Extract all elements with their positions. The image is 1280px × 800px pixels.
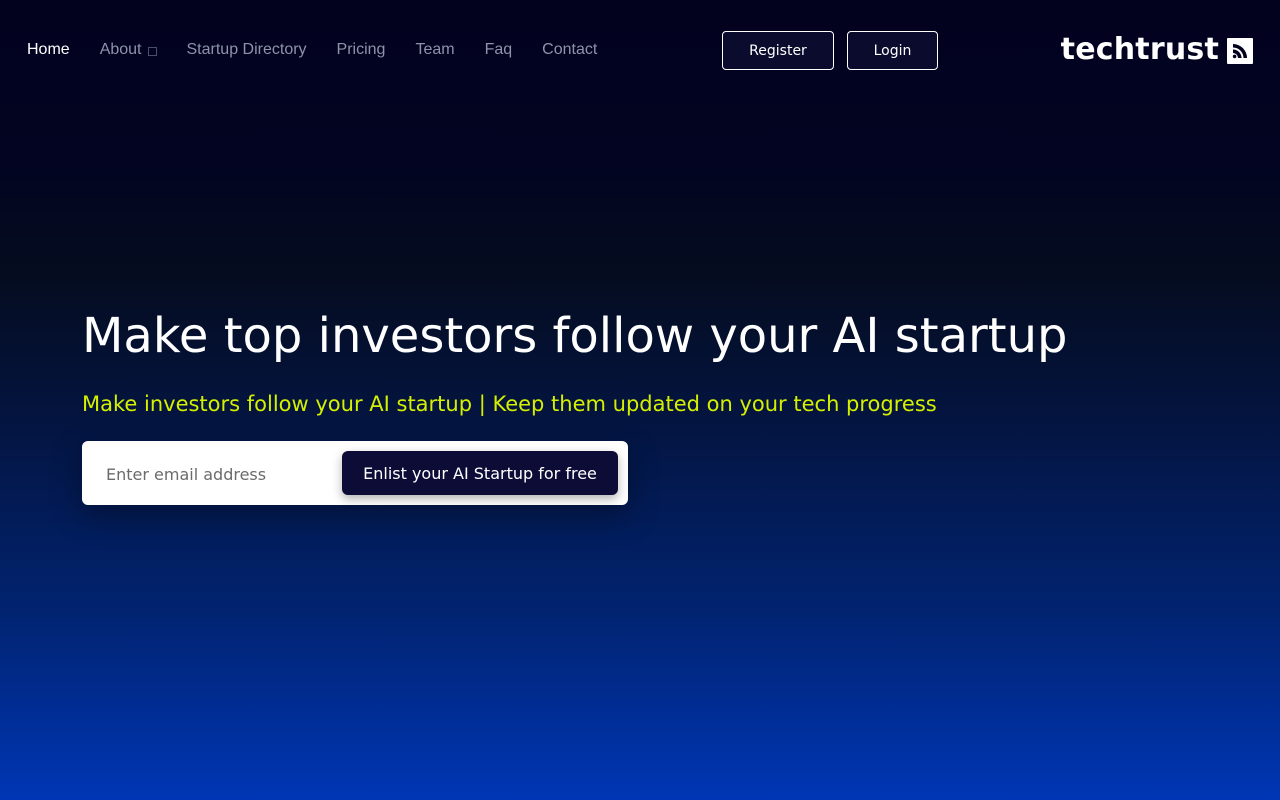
- nav-item-label: Team: [415, 41, 455, 58]
- logo-text: techtrust: [1060, 32, 1219, 67]
- login-button[interactable]: Login: [847, 31, 938, 70]
- nav-item-label: Contact: [542, 41, 598, 58]
- nav-item-label: Pricing: [336, 41, 386, 58]
- nav-item-home[interactable]: Home: [27, 41, 70, 59]
- email-input[interactable]: [104, 453, 338, 495]
- nav-item-team[interactable]: Team: [415, 41, 454, 59]
- nav-item-label: Faq: [484, 41, 513, 58]
- rss-feed-icon: [1227, 38, 1253, 64]
- signup-form: Enlist your AI Startup for free: [82, 441, 628, 505]
- enlist-startup-button[interactable]: Enlist your AI Startup for free: [342, 451, 618, 495]
- nav-item-faq[interactable]: Faq: [485, 41, 513, 59]
- nav-item-contact[interactable]: Contact: [542, 41, 597, 59]
- auth-buttons: Register Login: [722, 31, 938, 70]
- hero-title: Make top investors follow your AI startu…: [82, 308, 1068, 364]
- main-nav: Home About Startup Directory Pricing Tea…: [27, 38, 627, 62]
- nav-item-label: Startup Directory: [186, 41, 307, 58]
- nav-item-about[interactable]: About: [100, 41, 157, 59]
- nav-item-startup-directory[interactable]: Startup Directory: [187, 41, 307, 59]
- hero-subtitle: Make investors follow your AI startup | …: [82, 392, 937, 416]
- logo[interactable]: techtrust: [1061, 33, 1253, 67]
- chevron-down-icon: [147, 46, 157, 56]
- nav-item-label: About: [99, 41, 142, 58]
- register-button[interactable]: Register: [722, 31, 834, 70]
- nav-item-pricing[interactable]: Pricing: [337, 41, 386, 59]
- nav-item-label: Home: [27, 41, 70, 58]
